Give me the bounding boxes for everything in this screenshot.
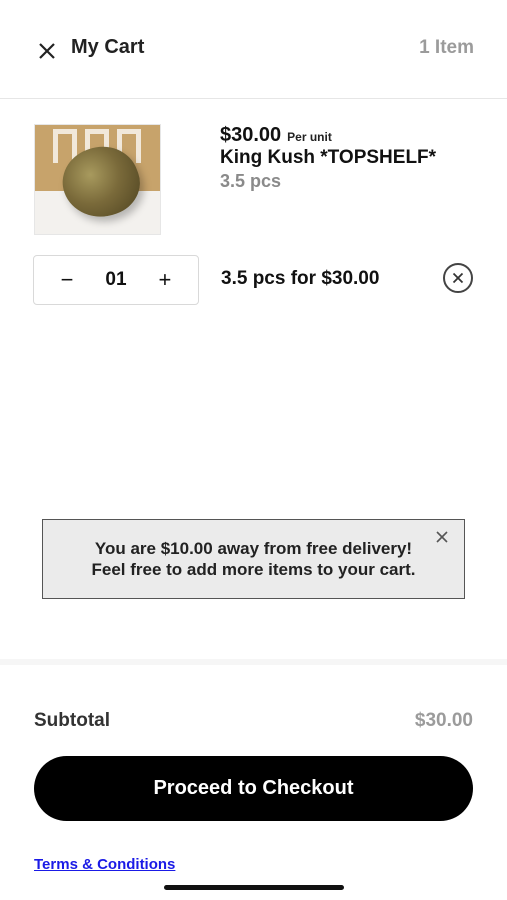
remove-item-button[interactable] (443, 263, 473, 293)
terms-link[interactable]: Terms & Conditions (34, 856, 175, 873)
subtotal-value: $30.00 (414, 710, 473, 731)
quantity-value: 01 (105, 269, 127, 290)
decrement-button[interactable]: − (54, 267, 80, 293)
divider (0, 659, 507, 665)
close-icon (39, 43, 55, 59)
product-image (34, 124, 161, 235)
remove-circle-icon (452, 272, 464, 284)
page-title: My Cart (71, 36, 145, 58)
promo-line-2: Feel free to add more items to your cart… (91, 560, 416, 579)
per-unit-label: Per unit (287, 130, 332, 144)
free-delivery-banner: You are $10.00 away from free delivery! … (42, 519, 465, 599)
price-line: $30.00 Per unit (220, 124, 332, 147)
unit-price: $30.00 (220, 124, 282, 146)
product-size: 3.5 pcs (220, 171, 282, 191)
home-indicator (164, 885, 344, 890)
increment-button[interactable]: + (152, 267, 178, 293)
checkout-button[interactable]: Proceed to Checkout (34, 756, 473, 821)
cart-header: My Cart 1 Item (0, 0, 507, 99)
close-icon (436, 531, 448, 543)
promo-line-1: You are $10.00 away from free delivery! (94, 539, 413, 558)
quantity-stepper: − 01 + (33, 255, 199, 305)
subtotal-label: Subtotal (34, 710, 110, 731)
product-name: King Kush *TOPSHELF* (220, 147, 437, 168)
item-count: 1 Item (419, 37, 474, 58)
promo-close-button[interactable] (436, 530, 450, 544)
close-button[interactable] (34, 38, 60, 64)
line-summary: 3.5 pcs for $30.00 (221, 268, 380, 289)
